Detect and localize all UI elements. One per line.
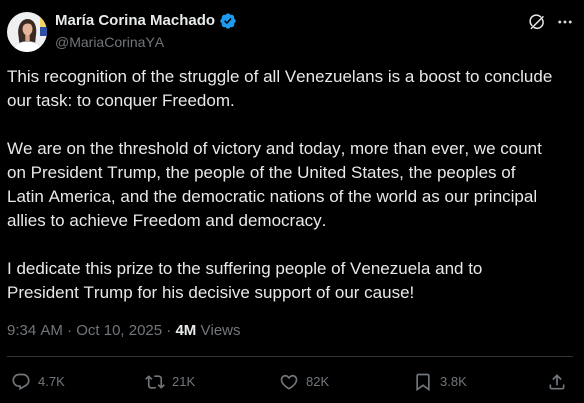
reply-count: 4.7K [38, 374, 65, 389]
paragraph: I dedicate this prize to the suffering p… [7, 257, 552, 305]
paragraph: We are on the threshold of victory and t… [7, 137, 552, 233]
more-button[interactable] [556, 13, 574, 31]
avatar[interactable] [7, 12, 47, 52]
share-icon [549, 374, 565, 390]
text-line: This recognition of the struggle of all … [7, 67, 553, 86]
meta-separator: · [166, 322, 172, 339]
tweet: María Corina Machado @MariaCorinaYA This… [0, 0, 584, 403]
meta-separator: · [67, 322, 73, 339]
text-line: We are on the threshold of victory and t… [7, 139, 542, 158]
reply-icon [12, 373, 30, 391]
like-icon [280, 374, 298, 390]
bookmark-count: 3.8K [440, 374, 467, 389]
bookmark-button[interactable]: 3.8K [413, 370, 547, 394]
bookmark-icon [416, 373, 430, 392]
author-block: María Corina Machado @MariaCorinaYA [55, 11, 237, 52]
post-date: Oct 10, 2025 [76, 322, 163, 339]
share-button[interactable] [547, 370, 571, 394]
avatar-photo [7, 12, 47, 52]
grok-button[interactable] [528, 13, 546, 31]
name-row: María Corina Machado [55, 11, 237, 31]
reply-button[interactable]: 4.7K [11, 370, 145, 394]
action-bar: 4.7K 21K 82K 3.8K [11, 370, 571, 394]
text-line: I dedicate this prize to the suffering p… [7, 259, 483, 278]
text-line: President Trump for his decisive support… [7, 283, 415, 302]
divider [7, 356, 573, 357]
more-icon [558, 20, 572, 24]
text-line: allies to achieve Freedom and democracy. [7, 211, 327, 230]
timestamp-link[interactable]: 9:34 AM · Oct 10, 2025 [7, 322, 162, 339]
views-label: Views [200, 322, 241, 339]
tweet-meta: 9:34 AM · Oct 10, 2025 · 4M Views [7, 319, 241, 343]
like-count: 82K [306, 374, 330, 389]
author-name[interactable]: María Corina Machado [55, 11, 215, 31]
post-time: 9:34 AM [7, 322, 63, 339]
repost-icon [145, 375, 165, 389]
grok-icon [529, 14, 544, 30]
repost-count: 21K [172, 374, 196, 389]
text-line: our task: to conquer Freedom. [7, 91, 235, 110]
author-handle[interactable]: @MariaCorinaYA [55, 32, 237, 52]
paragraph: This recognition of the struggle of all … [7, 65, 552, 113]
views-count: 4M [175, 322, 197, 339]
tweet-text: This recognition of the struggle of all … [7, 65, 552, 305]
verified-badge-icon[interactable] [219, 12, 237, 30]
like-button[interactable]: 82K [279, 370, 413, 394]
text-line: on President Trump, the people of the Un… [7, 163, 516, 182]
text-line: Latin America, and the democratic nation… [7, 187, 538, 206]
repost-button[interactable]: 21K [145, 370, 279, 394]
